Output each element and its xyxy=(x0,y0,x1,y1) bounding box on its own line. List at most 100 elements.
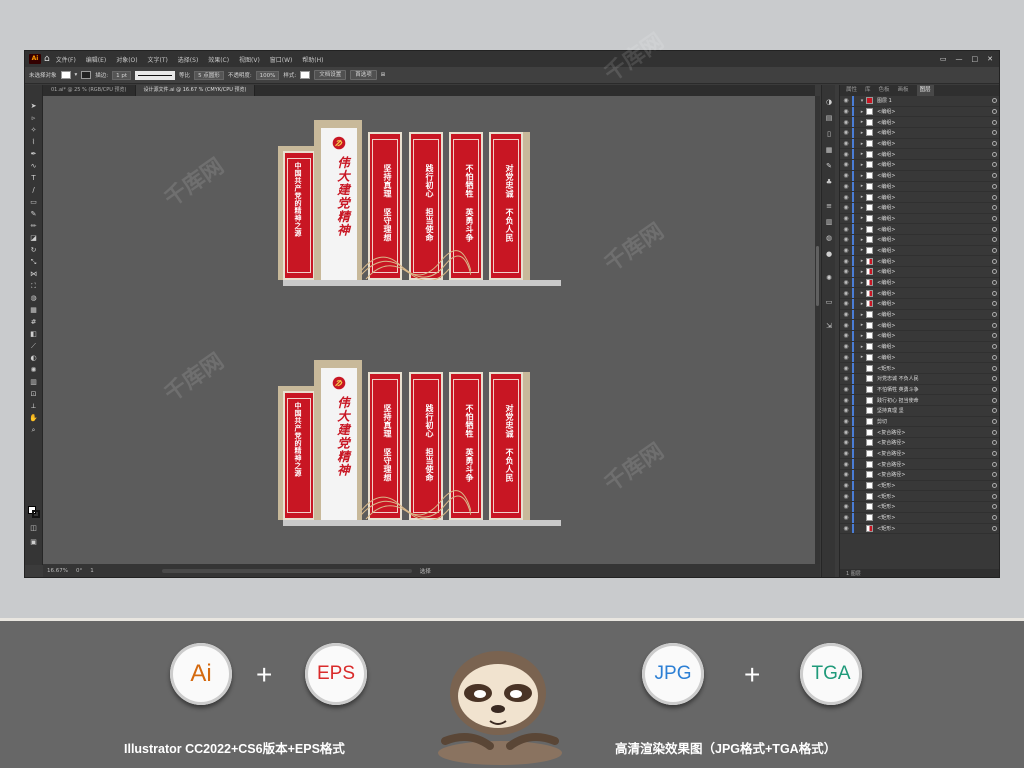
lasso-icon[interactable]: ⌇ xyxy=(29,139,38,146)
line-tool-icon[interactable]: / xyxy=(29,187,38,194)
target-icon[interactable] xyxy=(992,354,997,360)
visibility-eye-icon[interactable]: ◉ xyxy=(840,332,852,339)
document-icon[interactable]: ▯ xyxy=(825,131,833,138)
home-icon[interactable]: ⌂ xyxy=(44,54,50,64)
maximize-icon[interactable]: □ xyxy=(972,55,979,63)
target-icon[interactable] xyxy=(992,322,997,328)
target-icon[interactable] xyxy=(992,247,997,253)
target-icon[interactable] xyxy=(992,525,997,531)
target-icon[interactable] xyxy=(992,194,997,200)
symbol-sprayer-icon[interactable]: ✺ xyxy=(29,367,38,374)
style-swatch[interactable] xyxy=(300,71,311,79)
color-icon[interactable]: ◑ xyxy=(825,99,833,106)
layer-row[interactable]: ◉ ▸ <编组> xyxy=(840,202,999,214)
swatches-icon[interactable]: ▦ xyxy=(825,147,833,154)
visibility-eye-icon[interactable]: ◉ xyxy=(840,172,852,179)
eraser-icon[interactable]: ◪ xyxy=(29,235,38,242)
layer-row[interactable]: ◉ ▸ <编组> xyxy=(840,117,999,129)
visibility-eye-icon[interactable]: ◉ xyxy=(840,471,852,478)
expand-arrow-icon[interactable]: ▸ xyxy=(858,333,866,339)
layer-row[interactable]: ◉ 剪切 xyxy=(840,416,999,428)
layer-row[interactable]: ◉ ▸ <编组> xyxy=(840,320,999,332)
expand-arrow-icon[interactable]: ▸ xyxy=(858,151,866,157)
visibility-eye-icon[interactable]: ◉ xyxy=(840,461,852,468)
layer-row[interactable]: ◉ ▸ <编组> xyxy=(840,192,999,203)
visibility-eye-icon[interactable]: ◉ xyxy=(840,161,852,168)
layer-row[interactable]: ◉ ▸ <编组> xyxy=(840,160,999,171)
layer-row[interactable]: ◉ ▸ <编组> xyxy=(840,352,999,364)
expand-arrow-icon[interactable]: ▸ xyxy=(858,247,866,253)
target-icon[interactable] xyxy=(992,237,997,243)
target-icon[interactable] xyxy=(992,504,997,510)
target-icon[interactable] xyxy=(992,429,997,435)
target-icon[interactable] xyxy=(992,258,997,264)
target-icon[interactable] xyxy=(992,205,997,211)
tab-properties[interactable]: 属性 xyxy=(846,85,857,96)
target-icon[interactable] xyxy=(992,119,997,125)
visibility-eye-icon[interactable]: ◉ xyxy=(840,493,852,500)
layer-row[interactable]: ◉ ▸ <编组> xyxy=(840,106,999,118)
visibility-eye-icon[interactable]: ◉ xyxy=(840,236,852,243)
layer-row[interactable]: ◉ <矩形> xyxy=(840,491,999,503)
image-trace-icon[interactable]: ▤ xyxy=(825,115,833,122)
layer-row[interactable]: ◉ ▸ <编组> xyxy=(840,331,999,342)
layer-row[interactable]: ◉ 对党忠诚 不负人民 xyxy=(840,373,999,385)
layer-row-top[interactable]: ◉ ▾ 图层 1 xyxy=(840,96,999,107)
opacity-field[interactable]: 100% xyxy=(255,70,280,80)
scroll-thumb[interactable] xyxy=(816,246,819,306)
chevron-down-icon[interactable]: ▾ xyxy=(75,72,78,78)
rotation-angle[interactable]: 0° xyxy=(76,568,82,574)
arrange-icon[interactable]: ▭ xyxy=(940,55,947,63)
visibility-eye-icon[interactable]: ◉ xyxy=(840,375,852,382)
visibility-eye-icon[interactable]: ◉ xyxy=(840,439,852,446)
expand-arrow-icon[interactable]: ▸ xyxy=(858,280,866,286)
visibility-eye-icon[interactable]: ◉ xyxy=(840,429,852,436)
layer-row[interactable]: ◉ <矩形> xyxy=(840,523,999,535)
visibility-eye-icon[interactable]: ◉ xyxy=(840,119,852,126)
close-icon[interactable]: ✕ xyxy=(987,55,993,63)
target-icon[interactable] xyxy=(992,151,997,157)
stroke-color-swatch[interactable] xyxy=(32,510,40,518)
visibility-eye-icon[interactable]: ◉ xyxy=(840,354,852,361)
target-icon[interactable] xyxy=(992,386,997,392)
target-icon[interactable] xyxy=(992,408,997,414)
vertical-scrollbar[interactable] xyxy=(815,96,820,564)
shape-builder-icon[interactable]: ◍ xyxy=(29,295,38,302)
tab-libraries[interactable]: 库 xyxy=(865,85,871,96)
graph-tool-icon[interactable]: ▥ xyxy=(29,379,38,386)
export-icon[interactable]: ⇲ xyxy=(825,323,833,330)
type-tool-icon[interactable]: T xyxy=(29,175,38,182)
menu-edit[interactable]: 编辑(E) xyxy=(86,57,106,64)
pencil-icon[interactable]: ✏ xyxy=(29,223,38,230)
layer-row[interactable]: ◉ <复合路径> xyxy=(840,448,999,460)
target-icon[interactable] xyxy=(992,461,997,467)
menu-help[interactable]: 帮助(H) xyxy=(302,57,323,64)
layer-row[interactable]: ◉ ▸ <编组> xyxy=(840,299,999,310)
hand-tool-icon[interactable]: ✋ xyxy=(29,415,38,422)
tab-artboards[interactable]: 画板 xyxy=(898,85,909,96)
visibility-eye-icon[interactable]: ◉ xyxy=(840,151,852,158)
rectangle-tool-icon[interactable]: ▭ xyxy=(29,199,38,206)
target-icon[interactable] xyxy=(992,440,997,446)
layer-row[interactable]: ◉ <复合路径> xyxy=(840,438,999,449)
expand-arrow-icon[interactable]: ▸ xyxy=(858,354,866,360)
stroke-profile-preview[interactable] xyxy=(135,70,176,80)
target-icon[interactable] xyxy=(992,226,997,232)
layer-row[interactable]: ◉ ▸ <编组> xyxy=(840,267,999,278)
expand-arrow-icon[interactable]: ▸ xyxy=(858,130,866,136)
target-icon[interactable] xyxy=(992,312,997,318)
visibility-eye-icon[interactable]: ◉ xyxy=(840,290,852,297)
expand-arrow-icon[interactable]: ▸ xyxy=(858,205,866,211)
symbols-icon[interactable]: ♣ xyxy=(825,179,833,186)
expand-arrow-icon[interactable]: ▸ xyxy=(858,215,866,221)
tab-document-2[interactable]: 设计源文件.ai @ 16.67 % (CMYK/CPU 预览) xyxy=(135,85,256,96)
visibility-eye-icon[interactable]: ◉ xyxy=(840,108,852,115)
target-icon[interactable] xyxy=(992,130,997,136)
layer-row[interactable]: ◉ ▸ <编组> xyxy=(840,309,999,321)
expand-arrow-icon[interactable]: ▸ xyxy=(858,322,866,328)
scale-tool-icon[interactable]: ⤡ xyxy=(29,259,38,266)
mesh-tool-icon[interactable]: # xyxy=(29,319,38,326)
gradient-tool-icon[interactable]: ◧ xyxy=(29,331,38,338)
artboard-canvas[interactable]: 中国共产党的精神之源 伟大建党精神 坚持真理 坚守理想 践行初心 担当使命 不怕… xyxy=(43,96,815,564)
target-icon[interactable] xyxy=(992,472,997,478)
